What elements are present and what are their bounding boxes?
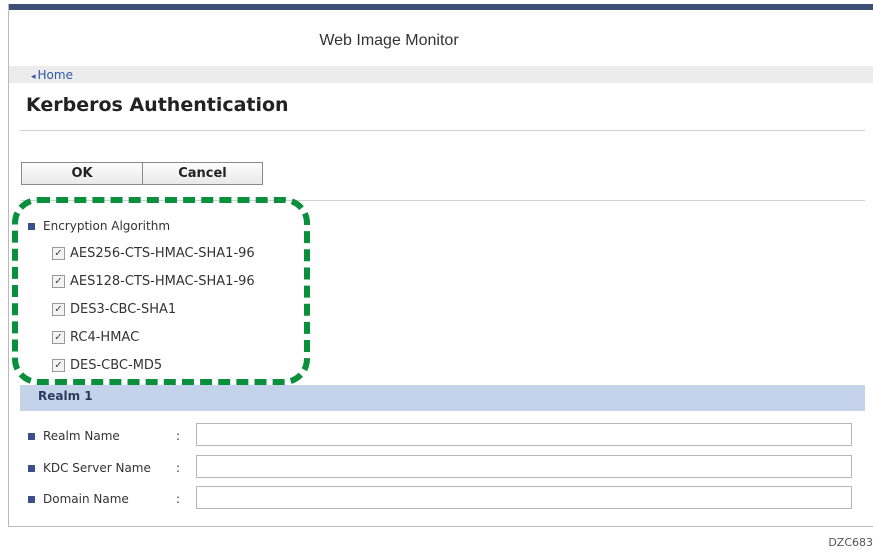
- app-window: Web Image Monitor ◂ Home: [8, 4, 873, 527]
- form-row: KDC Server Name :: [28, 461, 196, 475]
- algo-option: ✓ RC4-HMAC: [52, 330, 139, 345]
- realm-section-title: Realm 1: [38, 389, 93, 403]
- button-group: OK Cancel: [21, 162, 263, 185]
- page-title: Kerberos Authentication: [26, 94, 289, 116]
- bullet-icon: [28, 432, 35, 440]
- home-link[interactable]: ◂ Home: [31, 68, 73, 82]
- colon: :: [176, 492, 181, 506]
- field-label: Domain Name: [43, 492, 129, 506]
- checkbox[interactable]: ✓: [52, 275, 65, 288]
- algo-option: ✓ AES128-CTS-HMAC-SHA1-96: [52, 274, 255, 289]
- app-title: Web Image Monitor: [319, 32, 459, 49]
- cancel-button[interactable]: Cancel: [143, 162, 263, 185]
- algo-label: AES256-CTS-HMAC-SHA1-96: [70, 246, 255, 261]
- encryption-heading-label: Encryption Algorithm: [43, 219, 171, 233]
- realm-name-input[interactable]: [196, 423, 852, 446]
- bullet-icon: [28, 495, 35, 503]
- figure-ref-code: DZC683: [828, 536, 873, 549]
- top-accent-bar: [9, 4, 873, 10]
- algo-label: RC4-HMAC: [70, 330, 140, 345]
- domain-name-input[interactable]: [196, 486, 852, 509]
- colon: :: [176, 429, 181, 443]
- bullet-icon: [28, 222, 35, 230]
- kdc-server-name-input[interactable]: [196, 455, 852, 478]
- algo-label: DES-CBC-MD5: [70, 358, 163, 373]
- algo-label: DES3-CBC-SHA1: [70, 302, 177, 317]
- algo-option: ✓ DES3-CBC-SHA1: [52, 302, 176, 317]
- form-row: Realm Name :: [28, 429, 196, 443]
- field-label: KDC Server Name: [43, 461, 151, 475]
- algo-option: ✓ AES256-CTS-HMAC-SHA1-96: [52, 246, 255, 261]
- algo-option: ✓ DES-CBC-MD5: [52, 358, 162, 373]
- checkbox[interactable]: ✓: [52, 331, 65, 344]
- ok-button[interactable]: OK: [21, 162, 143, 185]
- field-label: Realm Name: [43, 429, 120, 443]
- realm-section-header: Realm 1: [20, 385, 865, 411]
- colon: :: [176, 461, 181, 475]
- form-row: Domain Name :: [28, 492, 196, 506]
- chevron-left-icon: ◂: [31, 72, 36, 82]
- home-link-label: Home: [37, 68, 73, 82]
- algo-label: AES128-CTS-HMAC-SHA1-96: [70, 274, 255, 289]
- checkbox[interactable]: ✓: [52, 303, 65, 316]
- divider: [20, 200, 865, 201]
- checkbox[interactable]: ✓: [52, 359, 65, 372]
- nav-bar: ◂ Home: [9, 66, 873, 83]
- checkbox[interactable]: ✓: [52, 247, 65, 260]
- divider: [20, 130, 865, 131]
- bullet-icon: [28, 464, 35, 472]
- encryption-heading: Encryption Algorithm: [28, 219, 170, 233]
